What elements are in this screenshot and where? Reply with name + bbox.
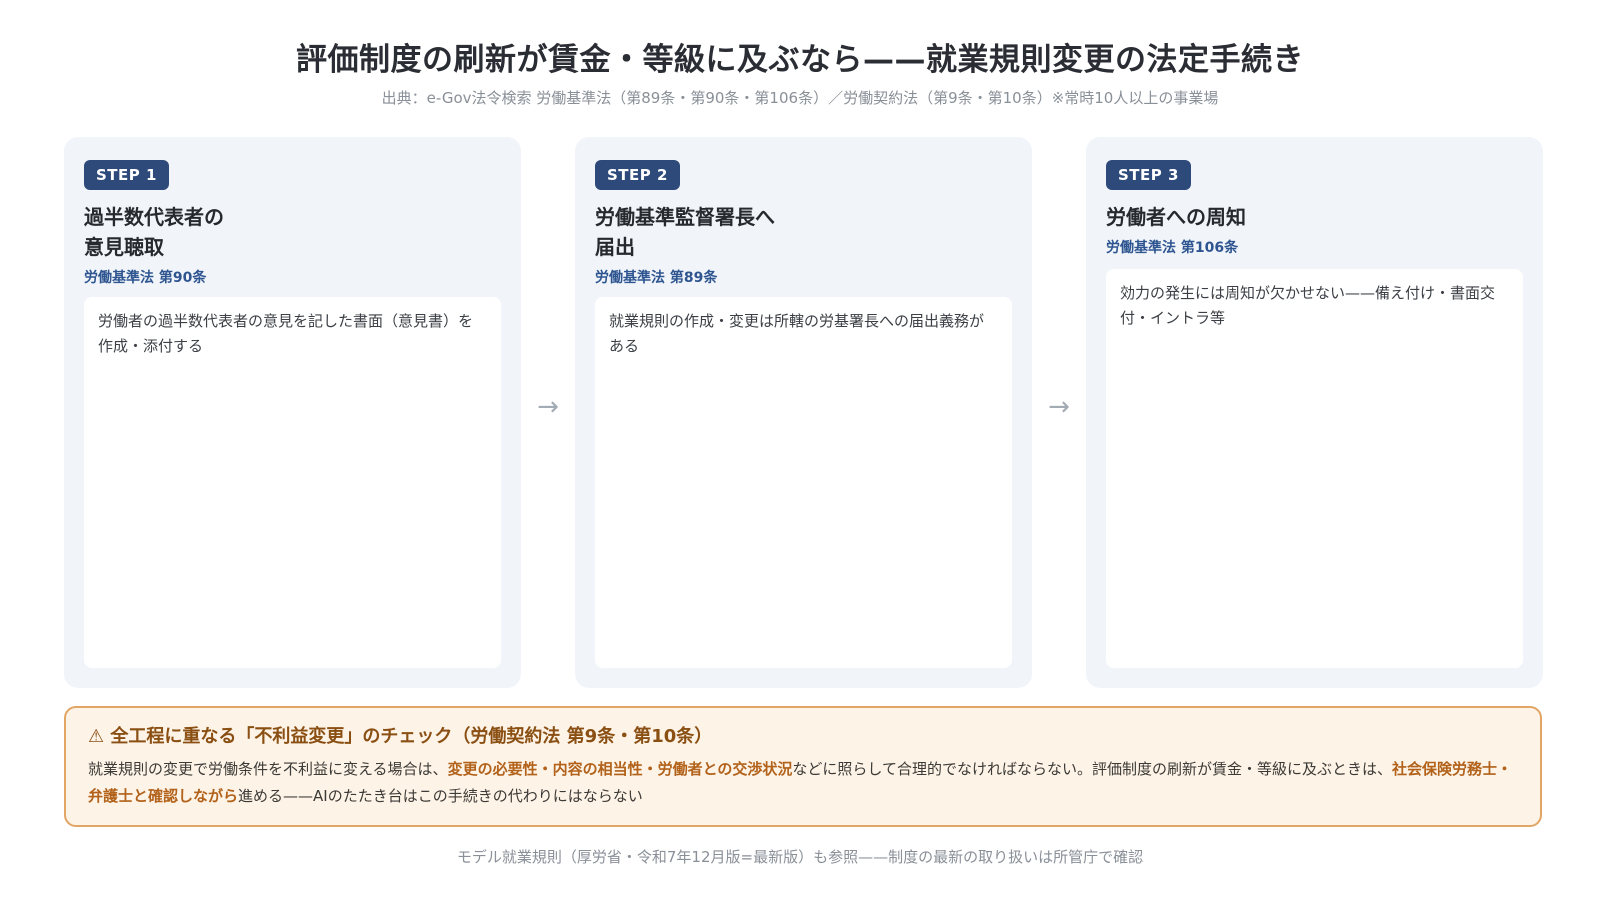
warning-box: ⚠ 全工程に重なる「不利益変更」のチェック（労働契約法 第9条・第10条） 就業… (64, 706, 1542, 827)
steps-flow: STEP 1 過半数代表者の 意見聴取 労働基準法 第90条 労働者の過半数代表… (64, 137, 1543, 688)
page-subtitle: 出典：e-Gov法令検索 労働基準法（第89条・第90条・第106条）／労働契約… (381, 89, 1219, 107)
step-description: 就業規則の作成・変更は所轄の労基署長への届出義務がある (595, 297, 1012, 668)
warning-text: 就業規則の変更で労働条件を不利益に変える場合は、変更の必要性・内容の相当性・労働… (88, 756, 1518, 810)
step-description: 効力の発生には周知が欠かせない——備え付け・書面交付・イントラ等 (1106, 269, 1523, 668)
step-badge: STEP 1 (84, 160, 169, 190)
warning-title-text: 全工程に重なる「不利益変更」のチェック（労働契約法 第9条・第10条） (110, 726, 713, 747)
step-title: 過半数代表者の 意見聴取 (84, 205, 224, 259)
warning-text-part: 就業規則の変更で労働条件を不利益に変える場合は、 (88, 760, 448, 778)
warning-icon: ⚠ (88, 726, 105, 747)
step-title: 労働基準監督署長へ 届出 (595, 205, 775, 259)
page-title: 評価制度の刷新が賃金・等級に及ぶなら——就業規則変更の法定手続き (296, 42, 1304, 78)
warning-title: ⚠ 全工程に重なる「不利益変更」のチェック（労働契約法 第9条・第10条） (88, 724, 1518, 750)
step-card-3: STEP 3 労働者への周知 労働基準法 第106条 効力の発生には周知が欠かせ… (1086, 137, 1543, 688)
warning-text-part: などに照らして合理的でなければならない。評価制度の刷新が賃金・等級に及ぶときは、 (792, 760, 1392, 778)
header: 評価制度の刷新が賃金・等級に及ぶなら——就業規則変更の法定手続き 出典：e-Go… (0, 36, 1600, 108)
arrow-right-icon: → (537, 392, 559, 422)
step-law-reference: 労働基準法 第90条 (84, 270, 207, 286)
step-description: 労働者の過半数代表者の意見を記した書面（意見書）を作成・添付する (84, 297, 501, 668)
step-badge: STEP 3 (1106, 160, 1191, 190)
step-badge: STEP 2 (595, 160, 680, 190)
arrow-right-icon: → (1048, 392, 1070, 422)
step-card-2: STEP 2 労働基準監督署長へ 届出 労働基準法 第89条 就業規則の作成・変… (575, 137, 1032, 688)
step-law-reference: 労働基準法 第89条 (595, 270, 718, 286)
step-title: 労働者への周知 (1106, 205, 1246, 229)
step-law-reference: 労働基準法 第106条 (1106, 240, 1239, 256)
warning-highlight: 変更の必要性・内容の相当性・労働者との交渉状況 (447, 760, 793, 778)
footer-note: モデル就業規則（厚労省・令和7年12月版=最新版）も参照——制度の最新の取り扱い… (456, 848, 1144, 866)
warning-text-part: 進める——AIのたたき台はこの手続きの代わりにはならない (238, 787, 643, 805)
step-card-1: STEP 1 過半数代表者の 意見聴取 労働基準法 第90条 労働者の過半数代表… (64, 137, 521, 688)
